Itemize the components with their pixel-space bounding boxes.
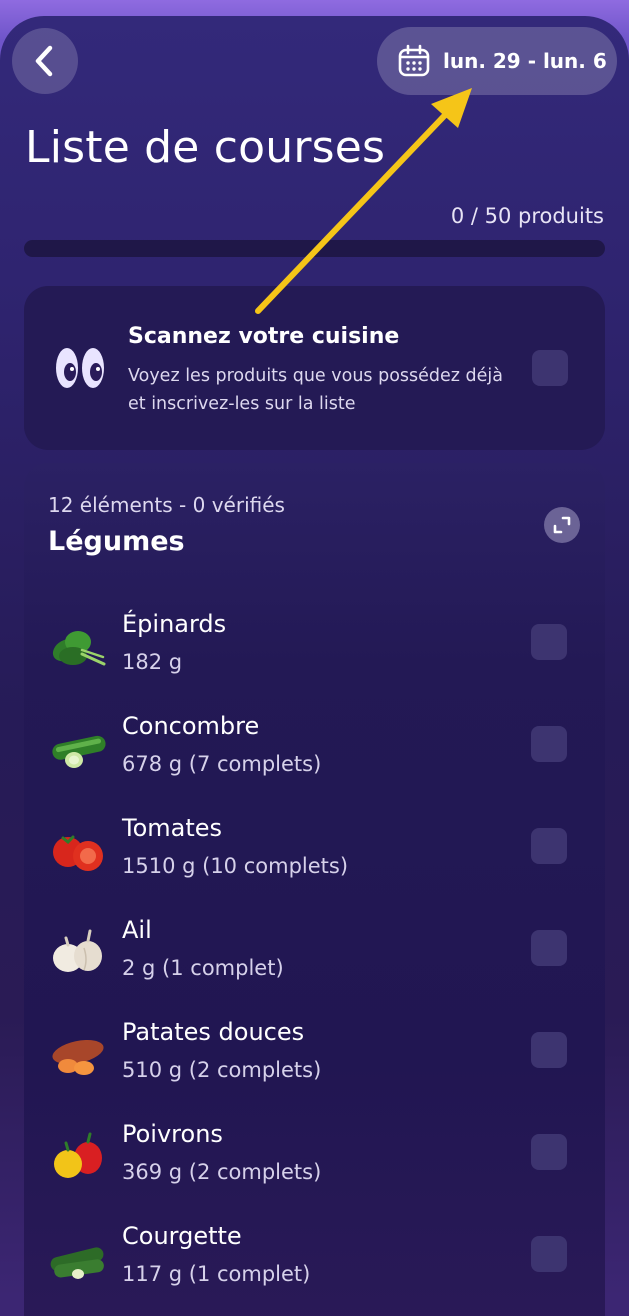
item-quantity: 369 g (2 complets) xyxy=(122,1160,322,1184)
chevron-left-icon xyxy=(35,45,53,77)
item-name: Poivrons xyxy=(122,1120,223,1148)
tomato-icon xyxy=(53,835,103,871)
item-checkbox[interactable] xyxy=(531,1236,567,1272)
garlic-icon xyxy=(53,929,102,972)
list-item[interactable]: Courgette 117 g (1 complet) xyxy=(24,1222,605,1316)
item-quantity: 182 g xyxy=(122,650,183,674)
list-item[interactable]: Patates douces 510 g (2 complets) xyxy=(24,1018,605,1118)
spinach-icon xyxy=(52,631,106,666)
sweet-potato-icon xyxy=(52,1039,104,1075)
item-name: Épinards xyxy=(122,610,227,638)
expand-icon xyxy=(553,516,571,534)
item-quantity: 510 g (2 complets) xyxy=(122,1058,322,1082)
date-range-button[interactable]: lun. 29 - lun. 6 xyxy=(377,27,617,95)
list-item[interactable]: Épinards 182 g xyxy=(24,610,605,710)
date-range-label: lun. 29 - lun. 6 xyxy=(443,49,607,73)
back-button[interactable] xyxy=(12,28,78,94)
category-card-legumes: 12 éléments - 0 vérifiés Légumes Épinard… xyxy=(24,463,605,1316)
category-item-count: 12 éléments - 0 vérifiés xyxy=(48,493,285,517)
scan-card-title: Scannez votre cuisine xyxy=(128,324,400,349)
item-name: Tomates xyxy=(122,814,223,842)
scan-card-checkbox[interactable] xyxy=(532,350,568,386)
item-quantity: 2 g (1 complet) xyxy=(122,956,284,980)
item-checkbox[interactable] xyxy=(531,1134,567,1170)
progress-bar xyxy=(24,240,605,257)
list-item[interactable]: Tomates 1510 g (10 complets) xyxy=(24,814,605,914)
item-name: Ail xyxy=(122,916,152,944)
scan-kitchen-card[interactable]: Scannez votre cuisine Voyez les produits… xyxy=(24,286,605,450)
item-checkbox[interactable] xyxy=(531,930,567,966)
item-quantity: 678 g (7 complets) xyxy=(122,752,322,776)
calendar-icon xyxy=(397,44,431,78)
cucumber-icon xyxy=(52,735,106,768)
item-quantity: 1510 g (10 complets) xyxy=(122,854,349,878)
eyes-icon xyxy=(56,348,104,388)
item-checkbox[interactable] xyxy=(531,828,567,864)
bell-pepper-icon xyxy=(54,1132,102,1178)
item-quantity: 117 g (1 complet) xyxy=(122,1262,311,1286)
list-item[interactable]: Ail 2 g (1 complet) xyxy=(24,916,605,1016)
item-checkbox[interactable] xyxy=(531,624,567,660)
scan-card-description: Voyez les produits que vous possédez déj… xyxy=(128,366,503,414)
progress-count: 0 / 50 produits xyxy=(450,204,604,228)
item-name: Courgette xyxy=(122,1222,242,1250)
item-name: Concombre xyxy=(122,712,260,740)
expand-button[interactable] xyxy=(544,507,580,543)
item-checkbox[interactable] xyxy=(531,726,567,762)
list-item[interactable]: Concombre 678 g (7 complets) xyxy=(24,712,605,812)
app-screen: lun. 29 - lun. 6 Liste de courses 0 / 50… xyxy=(0,16,629,1316)
item-name: Patates douces xyxy=(122,1018,305,1046)
page-title: Liste de courses xyxy=(25,122,386,173)
item-checkbox[interactable] xyxy=(531,1032,567,1068)
list-item[interactable]: Poivrons 369 g (2 complets) xyxy=(24,1120,605,1220)
category-title: Légumes xyxy=(48,526,185,557)
